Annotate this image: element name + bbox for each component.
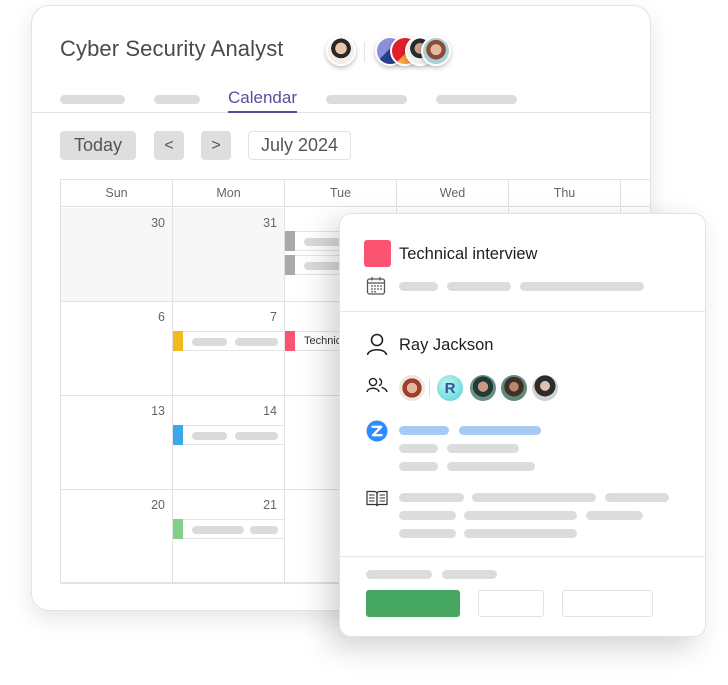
- tab-placeholder[interactable]: [436, 95, 517, 104]
- weekday-header: Mon: [173, 179, 285, 207]
- attendee-avatar[interactable]: [532, 375, 558, 401]
- weekday-header: Thu: [509, 179, 621, 207]
- day-number: 14: [263, 404, 277, 418]
- event-title-placeholder: [235, 432, 278, 440]
- prev-month-button[interactable]: <: [154, 131, 184, 160]
- page-title: Cyber Security Analyst: [60, 36, 284, 61]
- book-icon: [366, 490, 388, 507]
- event-color-bar: [285, 255, 295, 275]
- tab-placeholder[interactable]: [326, 95, 407, 104]
- day-number: 6: [158, 310, 165, 324]
- notes-placeholder: [586, 511, 643, 520]
- footer-placeholder: [366, 570, 432, 579]
- primary-action-button[interactable]: [366, 590, 460, 617]
- today-button[interactable]: Today: [60, 131, 136, 160]
- organizer-name: Ray Jackson: [399, 336, 494, 354]
- event-color-bar: [173, 425, 183, 445]
- notes-placeholder: [464, 511, 577, 520]
- attendee-divider: [429, 379, 430, 397]
- calendar-event[interactable]: [173, 425, 285, 445]
- tertiary-action-button[interactable]: [562, 590, 653, 617]
- person-icon: [366, 333, 388, 356]
- event-title-placeholder: [250, 526, 278, 534]
- calendar-event[interactable]: [173, 331, 285, 351]
- meeting-info-placeholder: [447, 444, 519, 453]
- meeting-link-placeholder[interactable]: [399, 426, 449, 435]
- zoom-icon[interactable]: [366, 420, 388, 442]
- day-cell[interactable]: 20: [61, 490, 173, 584]
- owner-avatar[interactable]: [326, 36, 356, 66]
- notes-placeholder: [605, 493, 669, 502]
- weekday-header: Tue: [285, 179, 397, 207]
- event-title: Technical interview: [399, 245, 538, 263]
- tab-placeholder[interactable]: [60, 95, 125, 104]
- calendar-icon: [366, 277, 386, 295]
- day-cell[interactable]: 30: [61, 208, 173, 302]
- divider: [340, 556, 705, 557]
- day-number: 21: [263, 498, 277, 512]
- event-color-bar: [173, 519, 183, 539]
- event-color-swatch: [364, 240, 391, 267]
- weekday-header: Sun: [61, 179, 173, 207]
- notes-placeholder: [399, 493, 464, 502]
- attendee-avatar-initial[interactable]: R: [437, 375, 463, 401]
- event-title-placeholder: [235, 338, 278, 346]
- meeting-info-placeholder: [399, 444, 438, 453]
- meeting-info-placeholder: [399, 462, 438, 471]
- day-number: 7: [270, 310, 277, 324]
- team-avatar[interactable]: [421, 36, 451, 66]
- event-detail-card: Technical interview Ray Jackson R: [339, 213, 706, 637]
- calendar-event[interactable]: [173, 519, 285, 539]
- event-title-placeholder: [192, 432, 227, 440]
- day-number: 13: [151, 404, 165, 418]
- event-color-bar: [173, 331, 183, 351]
- day-cell[interactable]: 6: [61, 302, 173, 396]
- notes-placeholder: [472, 493, 596, 502]
- event-color-bar: [285, 331, 295, 351]
- event-title-placeholder: [192, 338, 227, 346]
- footer-placeholder: [442, 570, 497, 579]
- secondary-action-button[interactable]: [478, 590, 544, 617]
- notes-placeholder: [399, 529, 456, 538]
- avatar-divider: [364, 42, 365, 62]
- day-cell[interactable]: 13: [61, 396, 173, 490]
- weekday-header: [621, 179, 650, 207]
- notes-placeholder: [399, 511, 456, 520]
- event-title: Technic: [304, 335, 342, 347]
- date-placeholder: [447, 282, 511, 291]
- day-number: 30: [151, 216, 165, 230]
- attendee-avatar[interactable]: [470, 375, 496, 401]
- date-placeholder: [399, 282, 438, 291]
- event-title-placeholder: [192, 526, 244, 534]
- tab-bar: Calendar: [32, 84, 650, 113]
- day-number: 20: [151, 498, 165, 512]
- tab-calendar[interactable]: Calendar: [228, 88, 297, 113]
- day-cell[interactable]: 31: [173, 208, 285, 302]
- month-selector[interactable]: July 2024: [248, 131, 351, 160]
- attendee-avatar[interactable]: [501, 375, 527, 401]
- meeting-info-placeholder: [447, 462, 535, 471]
- weekday-header: Wed: [397, 179, 509, 207]
- next-month-button[interactable]: >: [201, 131, 231, 160]
- meeting-link-placeholder[interactable]: [459, 426, 541, 435]
- day-number: 31: [263, 216, 277, 230]
- time-placeholder: [520, 282, 644, 291]
- divider: [340, 311, 705, 312]
- attendee-avatar[interactable]: [399, 375, 425, 401]
- event-color-bar: [285, 231, 295, 251]
- notes-placeholder: [464, 529, 577, 538]
- tab-placeholder[interactable]: [154, 95, 200, 104]
- people-icon: [366, 377, 388, 393]
